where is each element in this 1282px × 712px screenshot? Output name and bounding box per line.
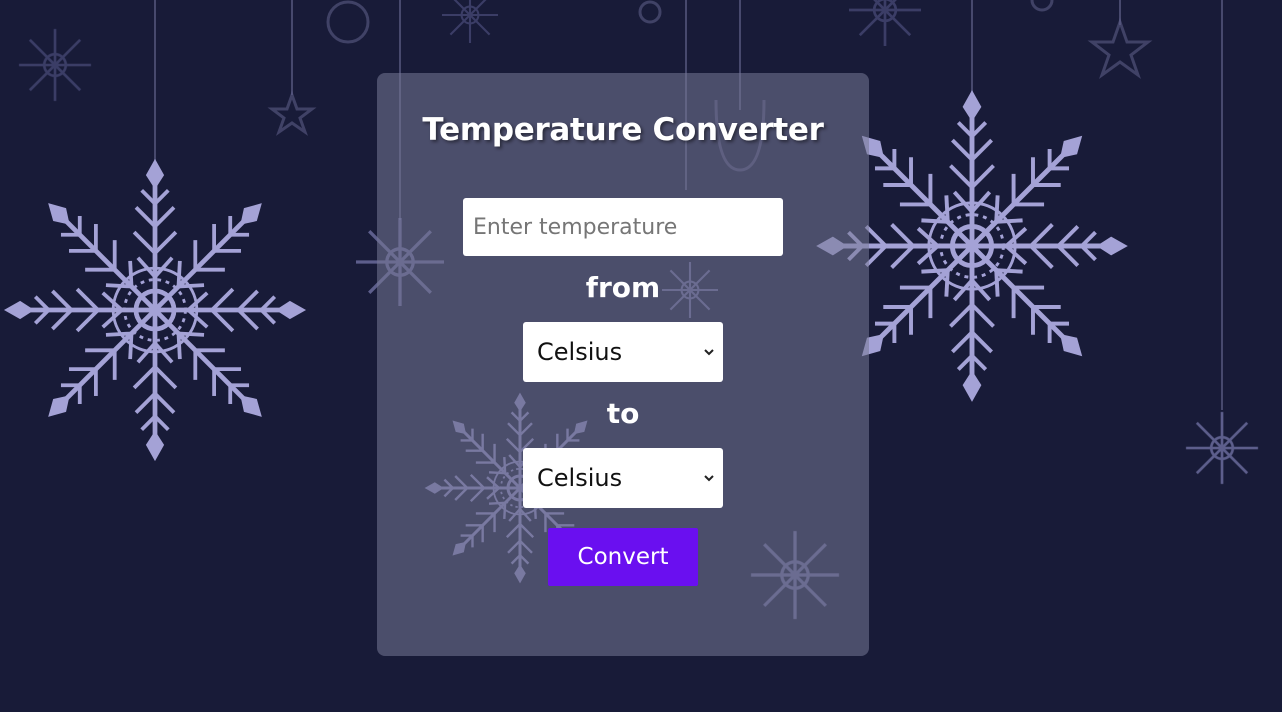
- from-unit-value: Celsius: [537, 338, 623, 366]
- to-unit-value: Celsius: [537, 464, 623, 492]
- page: Temperature Converter from Celsius to Ce…: [0, 0, 1282, 712]
- convert-button[interactable]: Convert: [548, 528, 698, 586]
- from-label: from: [585, 271, 661, 304]
- chevron-down-icon: [704, 475, 714, 482]
- page-title: Temperature Converter: [422, 112, 824, 148]
- to-label: to: [606, 397, 640, 430]
- from-unit-select[interactable]: Celsius: [523, 322, 723, 382]
- to-unit-select[interactable]: Celsius: [523, 448, 723, 508]
- temperature-input[interactable]: [463, 198, 783, 256]
- chevron-down-icon: [704, 349, 714, 356]
- converter-title-wrap: Temperature Converter: [377, 108, 869, 152]
